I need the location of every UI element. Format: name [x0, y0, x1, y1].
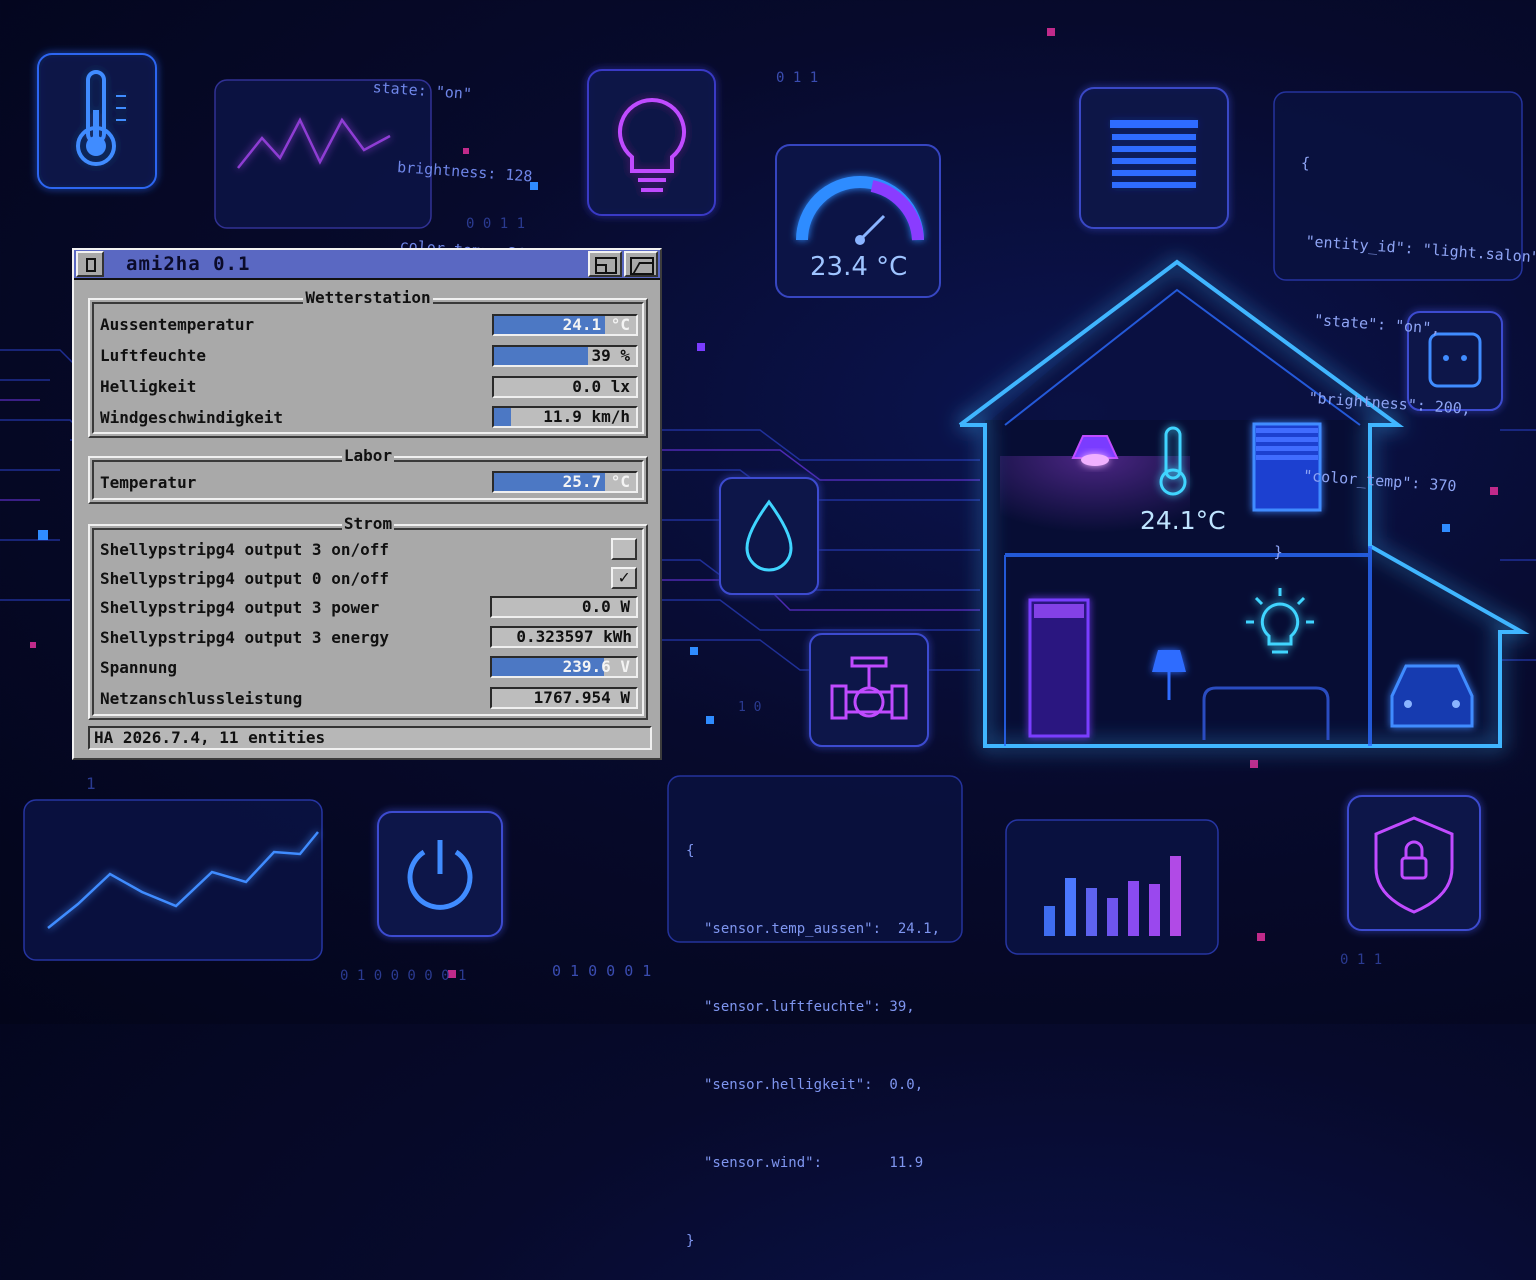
code-line: state: "on" — [372, 78, 473, 104]
binary-digits: 0 1 0 0 0 0 0 1 — [340, 968, 467, 984]
bar — [1107, 898, 1118, 936]
code-line: "color_temp": 370 — [1302, 466, 1457, 496]
bar — [1086, 888, 1097, 936]
row-label: Luftfeuchte — [100, 346, 206, 365]
binary-digits: 1 0 — [738, 700, 762, 715]
toggle-checkbox[interactable] — [611, 538, 637, 560]
zoom-icon — [595, 257, 617, 274]
row-label: Netzanschlussleistung — [100, 689, 303, 708]
binary-digits: 0 1 1 — [1340, 952, 1383, 968]
json-snippet-bottom: { "sensor.temp_aussen": 24.1, "sensor.lu… — [686, 786, 940, 1280]
binary-digits: 0 0 1 1 — [466, 216, 526, 232]
close-icon — [86, 258, 96, 272]
depth-button[interactable] — [624, 251, 658, 277]
value-text: 24.1 °C — [562, 315, 630, 334]
row-label: Shellypstripg4 output 3 on/off — [100, 540, 389, 559]
code-line: "sensor.luftfeuchte": 39, — [704, 999, 915, 1015]
value-text: 0.0 lx — [572, 377, 630, 396]
close-button[interactable] — [76, 251, 104, 277]
value-text: 0.323597 kWh — [516, 627, 632, 646]
value-text: 11.9 km/h — [543, 407, 630, 426]
binary-digits: 1 — [86, 774, 96, 793]
value-text: 0.0 W — [581, 597, 630, 616]
bottom-bar-chart — [1005, 819, 1219, 955]
toggle-checkbox[interactable]: ✓ — [611, 567, 637, 589]
depth-icon — [630, 257, 654, 275]
row-label: Windgeschwindigkeit — [100, 408, 284, 427]
row-label: Helligkeit — [100, 377, 197, 396]
code-line: "sensor.helligkeit": 0.0, — [704, 1077, 924, 1093]
code-line: "brightness": 200, — [1307, 388, 1472, 419]
value-gauge: 39 % — [492, 345, 638, 367]
code-line: "state": "on", — [1313, 310, 1441, 338]
code-line: "entity_id": "light.salon", — [1304, 232, 1536, 268]
json-snippet-top-right: { "entity_id": "light.salon", "state": "… — [1271, 98, 1536, 609]
code-line: "sensor.wind": 11.9 — [704, 1155, 924, 1171]
value-gauge: 239.6 V — [490, 656, 638, 678]
row-label: Temperatur — [100, 473, 197, 492]
code-line: } — [1273, 542, 1284, 562]
ami2ha-window: ami2ha 0.1 Wetterstation Aussentemperatu… — [72, 248, 662, 760]
row-label: Aussentemperatur — [100, 315, 255, 334]
group-title: Wetterstation — [303, 288, 433, 307]
bar — [1044, 906, 1055, 936]
bar — [1149, 884, 1160, 936]
window-titlebar[interactable]: ami2ha 0.1 — [74, 250, 660, 280]
binary-digits: 0 1 1 — [776, 70, 819, 86]
gauge-value: 23.4 °C — [810, 252, 908, 282]
value-gauge: 1767.954 W — [490, 687, 638, 709]
bar — [1170, 856, 1181, 936]
group-labor: Labor Temperatur 25.7 °C — [88, 446, 648, 504]
bar — [1128, 881, 1139, 936]
row-label: Shellypstripg4 output 0 on/off — [100, 569, 389, 588]
bar — [1065, 878, 1076, 936]
code-line: } — [686, 1233, 695, 1249]
status-bar: HA 2026.7.4, 11 entities — [88, 726, 652, 750]
row-label: Shellypstripg4 output 3 energy — [100, 628, 389, 647]
value-gauge: 24.1 °C — [492, 314, 638, 336]
house-temperature: 24.1°C — [1140, 506, 1226, 535]
group-title: Strom — [341, 514, 395, 533]
value-gauge: 11.9 km/h — [492, 406, 638, 428]
value-text: 39 % — [591, 346, 630, 365]
code-line: { — [686, 843, 695, 859]
value-gauge: 0.0 W — [490, 596, 638, 618]
value-text: 25.7 °C — [562, 472, 630, 491]
group-title: Labor — [341, 446, 395, 465]
value-gauge: 0.323597 kWh — [490, 626, 638, 648]
code-line: brightness: 128 — [396, 158, 533, 186]
group-wetterstation: Wetterstation Aussentemperatur 24.1 °C L… — [88, 288, 648, 438]
code-line: "sensor.temp_aussen": 24.1, — [704, 921, 941, 937]
value-text: 1767.954 W — [533, 688, 630, 707]
code-line: { — [1300, 153, 1311, 173]
binary-digits: 0 1 0 0 0 1 — [552, 962, 652, 980]
value-text: 239.6 V — [562, 657, 630, 676]
value-gauge: 25.7 °C — [492, 471, 638, 493]
value-gauge: 0.0 lx — [492, 376, 638, 398]
zoom-button[interactable] — [588, 251, 622, 277]
group-strom: Strom Shellypstripg4 output 3 on/off She… — [88, 514, 648, 720]
window-title: ami2ha 0.1 — [126, 253, 251, 275]
row-label: Spannung — [100, 658, 178, 677]
row-label: Shellypstripg4 output 3 power — [100, 598, 380, 617]
